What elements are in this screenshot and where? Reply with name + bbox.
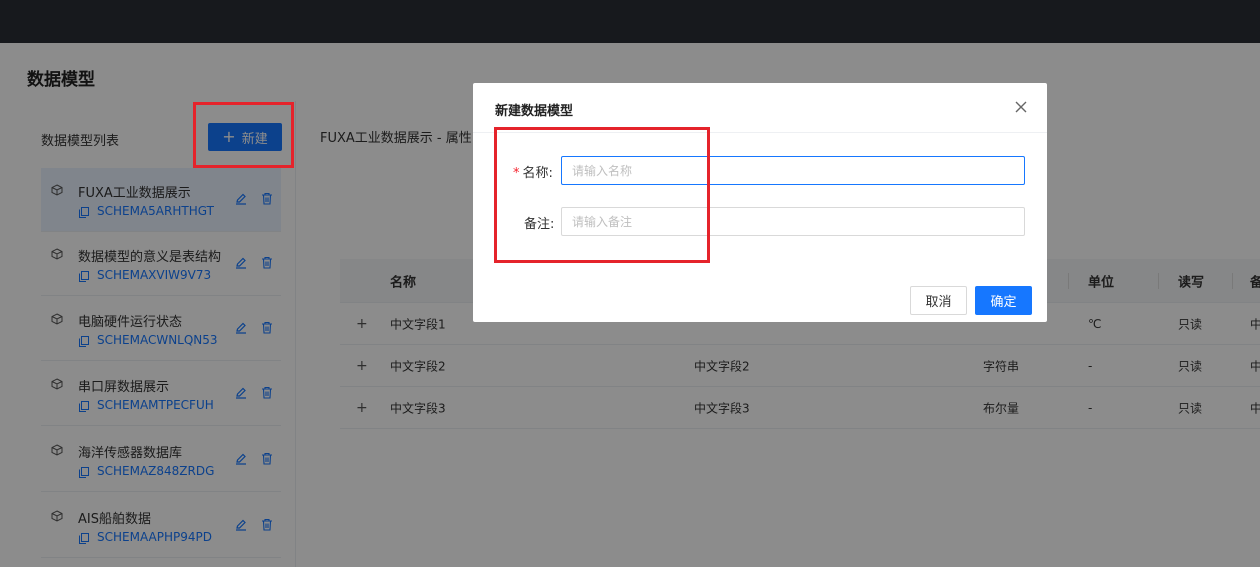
close-icon[interactable] xyxy=(1014,100,1028,114)
highlight-box-form xyxy=(494,127,710,263)
dialog-title: 新建数据模型 xyxy=(495,104,574,119)
confirm-button[interactable]: 确定 xyxy=(975,286,1032,315)
dialog-header: 新建数据模型 xyxy=(473,83,1047,133)
highlight-box-add-button xyxy=(193,102,294,168)
cancel-button[interactable]: 取消 xyxy=(910,286,967,315)
